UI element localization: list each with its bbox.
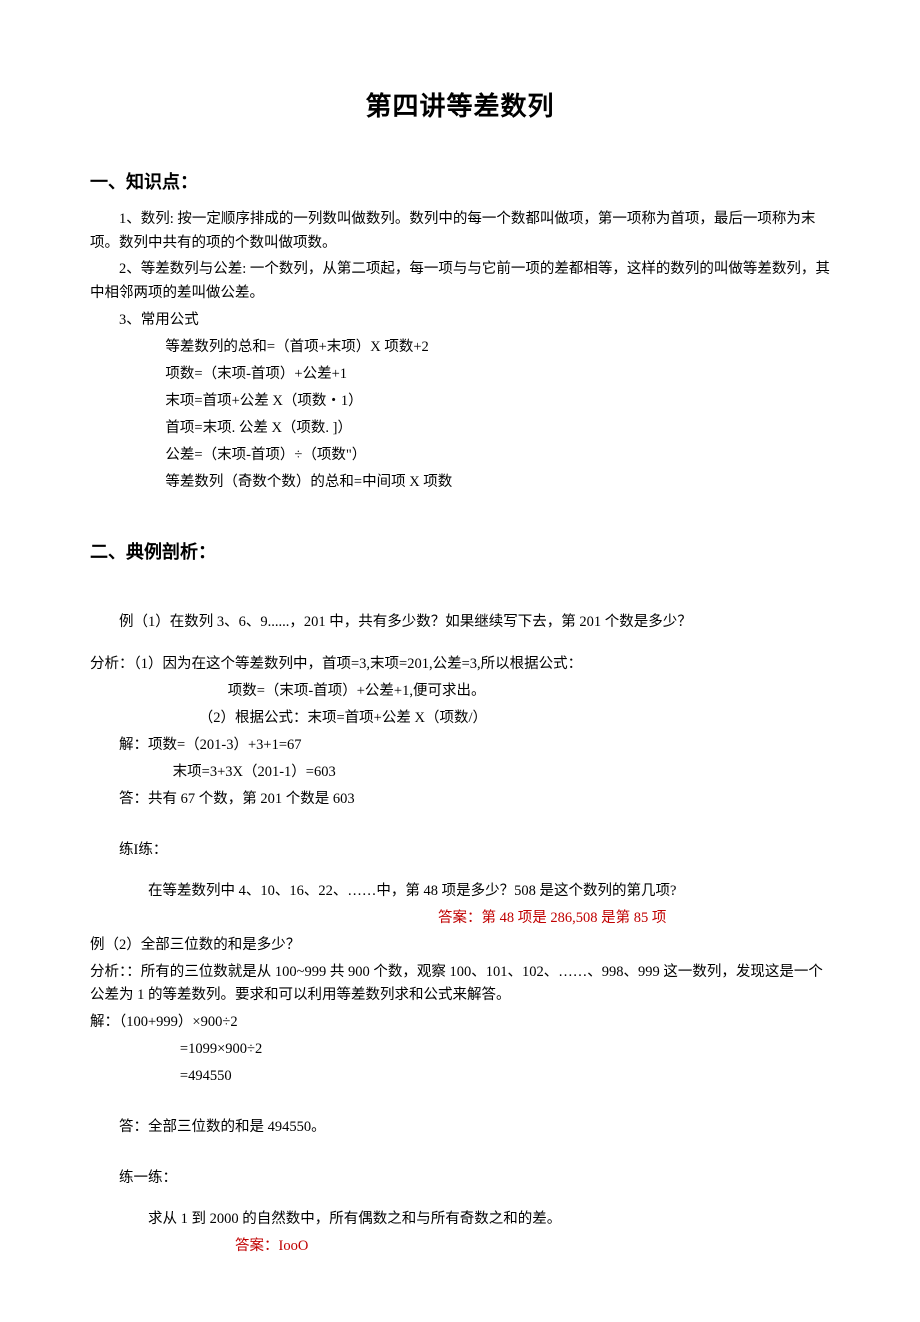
- formula-common-difference: 公差=（末项-首项）÷（项数"）: [90, 444, 830, 468]
- example-1-analysis-line3: （2）根据公式：末项=首项+公差 X（项数/）: [90, 707, 830, 731]
- example-1-solution-line1: 解：项数=（201-3）+3+1=67: [90, 734, 830, 758]
- example-2-analysis: 分析：：所有的三位数就是从 100~999 共 900 个数，观察 100、10…: [90, 961, 830, 1009]
- knowledge-point-1: 1、数列: 按一定顺序排成的一列数叫做数列。数列中的每一个数都叫做项，第一项称为…: [90, 208, 830, 256]
- practice-2-question: 求从 1 到 2000 的自然数中，所有偶数之和与所有奇数之和的差。: [90, 1208, 830, 1232]
- example-2-solution-line2: =1099×900÷2: [90, 1038, 830, 1062]
- practice-2-heading: 练一练：: [90, 1167, 830, 1191]
- practice-1-heading: 练I练：: [90, 839, 830, 863]
- example-1-solution-line2: 末项=3+3X（201-1）=603: [90, 761, 830, 785]
- example-2-answer: 答：全部三位数的和是 494550。: [90, 1116, 830, 1140]
- formula-last-term: 末项=首项+公差 X（项数・1）: [90, 390, 830, 414]
- practice-1-question: 在等差数列中 4、10、16、22、……中，第 48 项是多少？508 是这个数…: [90, 880, 830, 904]
- example-2-solution-line3: =494550: [90, 1065, 830, 1089]
- example-2-solution-line1: 解：（100+999）×900÷2: [90, 1011, 830, 1035]
- section-1-heading: 一、知识点：: [90, 168, 830, 198]
- section-2-heading: 二、典例剖析：: [90, 538, 830, 568]
- practice-2-answer: 答案：IooO: [90, 1235, 830, 1259]
- example-1-solution-line3: 答：共有 67 个数，第 201 个数是 603: [90, 788, 830, 812]
- formula-sum: 等差数列的总和=（首项+末项）X 项数+2: [90, 336, 830, 360]
- example-1-analysis-line1: 分析：（1）因为在这个等差数列中，首项=3,末项=201,公差=3,所以根据公式…: [90, 653, 830, 677]
- example-2-analysis-text: 分析：：所有的三位数就是从 100~999 共 900 个数，观察 100、10…: [90, 964, 823, 1004]
- example-2-question: 例（2）全部三位数的和是多少？: [90, 934, 830, 958]
- formula-odd-sum: 等差数列（奇数个数）的总和=中间项 X 项数: [90, 471, 830, 495]
- formula-term-count: 项数=（末项-首项）+公差+1: [90, 363, 830, 387]
- practice-1-answer: 答案：第 48 项是 286,508 是第 85 项: [90, 907, 830, 931]
- formula-first-term: 首项=末项. 公差 X（项数. ]）: [90, 417, 830, 441]
- knowledge-point-3: 3、常用公式: [90, 309, 830, 333]
- example-1-analysis-line2: 项数=（末项-首项）+公差+1,便可求出。: [90, 680, 830, 704]
- knowledge-point-2: 2、等差数列与公差: 一个数列，从第二项起，每一项与与它前一项的差都相等，这样的…: [90, 258, 830, 306]
- example-1-question: 例（1）在数列 3、6、9......，201 中，共有多少数？如果继续写下去，…: [90, 611, 830, 635]
- page-title: 第四讲等差数列: [90, 85, 830, 128]
